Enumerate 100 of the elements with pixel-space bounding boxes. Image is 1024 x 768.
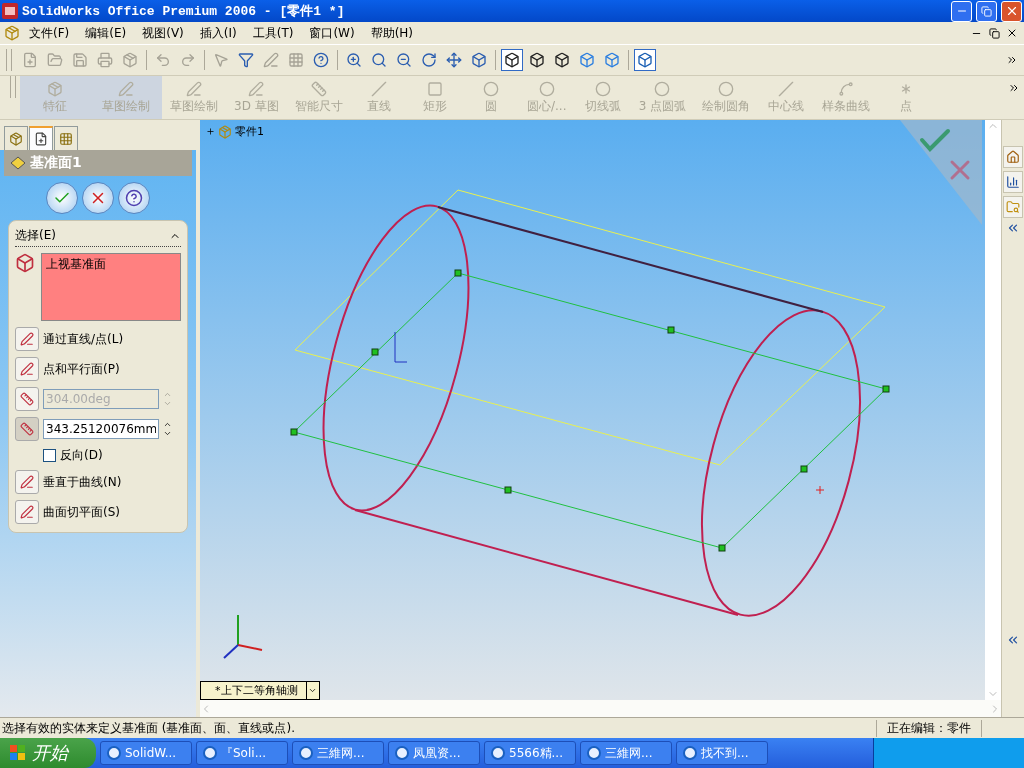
panel-tab[interactable]	[29, 126, 53, 150]
sketch-tool-button[interactable]: 中心线	[758, 76, 815, 119]
taskbar-button[interactable]: 三維网...	[292, 741, 384, 765]
cube-icon	[579, 52, 595, 68]
filter-icon	[238, 52, 254, 68]
cube-icon	[15, 253, 35, 273]
expand-pane-icon[interactable]	[1006, 221, 1020, 235]
menu-item[interactable]: 帮助(H)	[363, 22, 421, 44]
sketch-tool-button[interactable]: 绘制圆角	[694, 76, 759, 119]
taskbar-button[interactable]: 5566精...	[484, 741, 576, 765]
handle-point[interactable]	[800, 465, 808, 473]
help-icon	[313, 52, 329, 68]
sketch-tool-button[interactable]: 切线弧	[574, 76, 631, 119]
pen-icon	[20, 475, 34, 489]
spinner-control[interactable]	[163, 420, 172, 438]
menu-item[interactable]: 文件(F)	[22, 22, 77, 44]
browser-icon	[203, 746, 217, 760]
more-icon[interactable]	[1006, 54, 1018, 66]
sketch-tool-button[interactable]: 样条曲线	[814, 76, 879, 119]
menu-item[interactable]: 编辑(E)	[78, 22, 134, 44]
browser-icon	[587, 746, 601, 760]
cube-icon	[504, 52, 520, 68]
sketch-tool-button[interactable]: 草图绘制	[162, 76, 226, 119]
panel-tab[interactable]	[4, 126, 28, 150]
expand-icon[interactable]	[206, 127, 215, 136]
value-field[interactable]: 343.25120076mm	[43, 419, 159, 439]
start-button[interactable]: 开始	[0, 738, 96, 768]
cube-icon	[529, 52, 545, 68]
cube-icon	[637, 52, 653, 68]
handle-point[interactable]	[718, 544, 726, 552]
menu-item[interactable]: 工具(T)	[245, 22, 301, 44]
help-icon	[125, 189, 143, 207]
home-button[interactable]	[1003, 146, 1023, 168]
menu-item[interactable]: 窗口(W)	[302, 22, 362, 44]
folder-search-icon	[1006, 200, 1020, 214]
new-file-icon	[22, 52, 38, 68]
handle-point[interactable]	[371, 348, 379, 356]
curve-icon	[838, 80, 855, 97]
gear-icon	[47, 80, 63, 97]
dropdown-button[interactable]	[305, 682, 319, 699]
handle-point[interactable]	[290, 428, 298, 436]
check-icon[interactable]	[920, 129, 950, 152]
sketch-tool-button[interactable]: 圆	[462, 76, 519, 119]
checkbox[interactable]	[43, 449, 56, 462]
grid-icon	[59, 131, 73, 146]
ok-button[interactable]	[46, 182, 78, 214]
selection-list[interactable]: 上视基准面	[41, 253, 181, 321]
library-button[interactable]	[1003, 171, 1023, 193]
plane-tool-button[interactable]	[15, 327, 39, 351]
taskbar-button[interactable]: SolidW...	[100, 741, 192, 765]
folder-icon	[47, 52, 63, 68]
help-button[interactable]	[118, 182, 150, 214]
panel-tab[interactable]	[54, 126, 78, 150]
sketch-tool-button[interactable]: 智能尺寸	[286, 76, 351, 119]
plane-tool-button[interactable]	[15, 470, 39, 494]
sketch-tool-button[interactable]: 点	[878, 76, 935, 119]
save-icon	[72, 52, 88, 68]
printer-icon	[97, 52, 113, 68]
cancel-button[interactable]	[82, 182, 114, 214]
handle-point[interactable]	[882, 385, 890, 393]
menu-item[interactable]: 插入(I)	[192, 22, 244, 44]
view-orientation-dropdown[interactable]: *上下二等角轴测	[200, 681, 320, 700]
box-icon	[9, 131, 23, 146]
sketch-tool-button[interactable]: 3 点圆弧	[630, 76, 695, 119]
dimension-toggle-button[interactable]	[15, 417, 39, 441]
expand-pane-icon[interactable]	[1006, 633, 1020, 647]
axis-triad-icon	[223, 614, 263, 659]
checkbox-label: 反向(D)	[60, 447, 103, 464]
part-icon	[218, 124, 232, 139]
status-mode: 正在编辑：零件	[876, 719, 982, 737]
grid-icon	[288, 52, 304, 68]
restore-button[interactable]	[976, 0, 997, 22]
sketch-tool-button[interactable]: 3D 草图	[226, 76, 287, 119]
home-icon	[1006, 150, 1020, 164]
rectangle-icon	[426, 80, 443, 97]
cube-icon	[471, 52, 487, 68]
windows-logo-icon	[10, 745, 26, 761]
option-label: 通过直线/点(L)	[43, 330, 124, 348]
taskbar-button[interactable]: 凤凰资...	[388, 741, 480, 765]
taskbar-button[interactable]: 找不到...	[676, 741, 768, 765]
undo-icon	[155, 52, 171, 68]
view-style-button[interactable]	[501, 49, 523, 71]
sketch-tool-button[interactable]: 矩形	[406, 76, 463, 119]
plane-tool-button[interactable]	[15, 500, 39, 524]
handle-point[interactable]	[454, 269, 462, 277]
plane-tool-button[interactable]	[15, 357, 39, 381]
option-label: 垂直于曲线(N)	[43, 473, 122, 491]
tree-item[interactable]: 零件1	[235, 124, 264, 139]
handle-point[interactable]	[667, 326, 675, 334]
line-icon	[370, 80, 387, 97]
restore-button[interactable]	[986, 25, 1002, 41]
sketch-tool-button[interactable]: 圆心/...	[518, 76, 575, 119]
close-icon	[1006, 27, 1018, 39]
handle-point[interactable]	[504, 486, 512, 494]
taskbar-button[interactable]: 三維网...	[580, 741, 672, 765]
more-icon[interactable]	[1008, 82, 1020, 94]
sketch-tool-button[interactable]: 直线	[350, 76, 407, 119]
taskbar-button[interactable]: 『Soli...	[196, 741, 288, 765]
view-style-button[interactable]	[634, 49, 656, 71]
menu-item[interactable]: 视图(V)	[135, 22, 191, 44]
